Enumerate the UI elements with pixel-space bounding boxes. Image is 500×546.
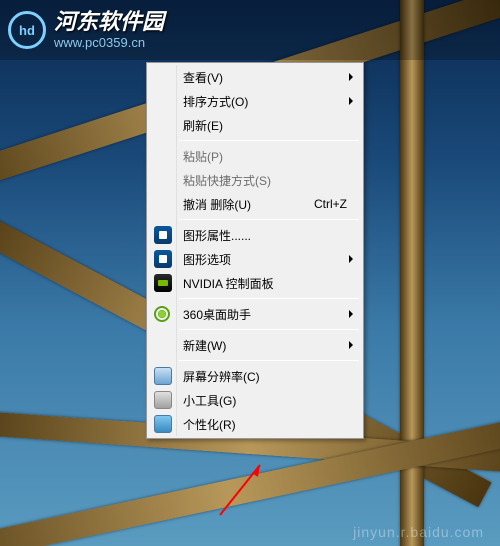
menu-item-label: 刷新(E) bbox=[183, 117, 223, 134]
monitor-icon bbox=[154, 367, 172, 385]
menu-item-label: NVIDIA 控制面板 bbox=[183, 275, 274, 292]
menu-item: 粘贴(P) bbox=[149, 144, 361, 168]
desktop-context-menu: 查看(V) 排序方式(O) 刷新(E) 粘贴(P) 粘贴快捷方式(S) 撤消 删除(U) C… bbox=[146, 62, 364, 439]
menu-item-label: 个性化(R) bbox=[183, 416, 236, 433]
menu-separator bbox=[179, 219, 359, 220]
menu-separator bbox=[179, 140, 359, 141]
menu-item[interactable]: 个性化(R) bbox=[149, 412, 361, 436]
menu-item-label: 图形选项 bbox=[183, 251, 231, 268]
site-url: www.pc0359.cn bbox=[54, 35, 164, 51]
gadget-icon bbox=[154, 391, 172, 409]
submenu-arrow-icon bbox=[349, 341, 353, 349]
menu-item-label: 新建(W) bbox=[183, 337, 226, 354]
menu-item-label: 360桌面助手 bbox=[183, 306, 251, 323]
menu-shortcut: Ctrl+Z bbox=[314, 197, 347, 211]
menu-item-label: 小工具(G) bbox=[183, 392, 236, 409]
menu-item-label: 图形属性...... bbox=[183, 227, 251, 244]
logo-icon: hd bbox=[8, 11, 46, 49]
personalize-icon bbox=[154, 415, 172, 433]
menu-item[interactable]: 新建(W) bbox=[149, 333, 361, 357]
menu-item[interactable]: NVIDIA 控制面板 bbox=[149, 271, 361, 295]
intel-icon bbox=[154, 226, 172, 244]
submenu-arrow-icon bbox=[349, 255, 353, 263]
menu-item[interactable]: 查看(V) bbox=[149, 65, 361, 89]
menu-item-label: 粘贴(P) bbox=[183, 148, 223, 165]
intel-icon bbox=[154, 250, 172, 268]
menu-item-label: 撤消 删除(U) bbox=[183, 196, 251, 213]
submenu-arrow-icon bbox=[349, 310, 353, 318]
site-watermark: hd 河东软件园 www.pc0359.cn bbox=[0, 0, 500, 60]
menu-item-label: 粘贴快捷方式(S) bbox=[183, 172, 271, 189]
menu-item[interactable]: 图形属性...... bbox=[149, 223, 361, 247]
menu-separator bbox=[179, 298, 359, 299]
menu-item[interactable]: 撤消 删除(U) Ctrl+Z bbox=[149, 192, 361, 216]
site-title: 河东软件园 bbox=[54, 9, 164, 35]
menu-item[interactable]: 图形选项 bbox=[149, 247, 361, 271]
menu-item: 粘贴快捷方式(S) bbox=[149, 168, 361, 192]
menu-item-label: 排序方式(O) bbox=[183, 93, 248, 110]
menu-item-label: 屏幕分辨率(C) bbox=[183, 368, 260, 385]
360-icon bbox=[154, 306, 170, 322]
menu-item[interactable]: 排序方式(O) bbox=[149, 89, 361, 113]
menu-separator bbox=[179, 329, 359, 330]
source-watermark: jinyun.r.baidu.com bbox=[353, 524, 484, 540]
menu-item[interactable]: 刷新(E) bbox=[149, 113, 361, 137]
nvidia-icon bbox=[154, 274, 172, 292]
menu-item-label: 查看(V) bbox=[183, 69, 223, 86]
submenu-arrow-icon bbox=[349, 97, 353, 105]
submenu-arrow-icon bbox=[349, 73, 353, 81]
menu-separator bbox=[179, 360, 359, 361]
menu-item[interactable]: 360桌面助手 bbox=[149, 302, 361, 326]
menu-item[interactable]: 小工具(G) bbox=[149, 388, 361, 412]
menu-item[interactable]: 屏幕分辨率(C) bbox=[149, 364, 361, 388]
